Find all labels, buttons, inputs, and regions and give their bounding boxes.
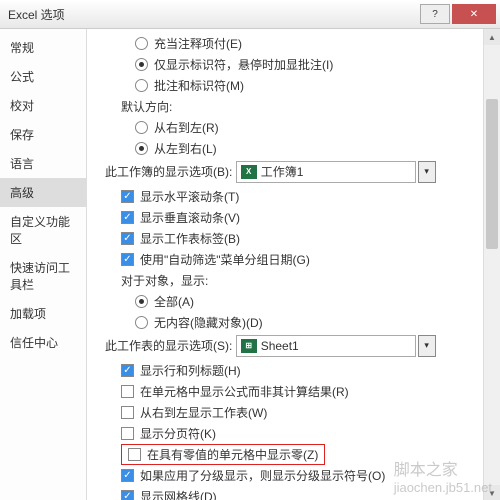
check-outline-symbols[interactable] xyxy=(121,469,134,482)
radio-comments-full[interactable] xyxy=(135,79,148,92)
sheet-select[interactable]: ⊞Sheet1 xyxy=(236,335,416,357)
label: 全部(A) xyxy=(154,293,194,310)
sidebar-item-customize-ribbon[interactable]: 自定义功能区 xyxy=(0,207,86,253)
sidebar-item-save[interactable]: 保存 xyxy=(0,120,86,149)
label: 显示分页符(K) xyxy=(140,425,216,442)
radio-objects-all[interactable] xyxy=(135,295,148,308)
label: 从右到左(R) xyxy=(154,119,219,136)
label: 在单元格中显示公式而非其计算结果(R) xyxy=(140,383,349,400)
scroll-up-button[interactable]: ▲ xyxy=(484,29,500,45)
radio-objects-none[interactable] xyxy=(135,316,148,329)
radio-comments-indicator[interactable] xyxy=(135,58,148,71)
label: 充当注释项付(E) xyxy=(154,35,242,52)
sheet-icon: ⊞ xyxy=(241,339,257,353)
sidebar-item-general[interactable]: 常规 xyxy=(0,33,86,62)
check-rtl-sheet[interactable] xyxy=(121,406,134,419)
options-content: 充当注释项付(E) 仅显示标识符，悬停时加显批注(I) 批注和标识符(M) 默认… xyxy=(87,29,500,500)
section-label: 此工作表的显示选项(S): xyxy=(105,337,232,354)
label: 显示工作表标签(B) xyxy=(140,230,240,247)
close-button[interactable]: ✕ xyxy=(452,4,496,24)
label: 如果应用了分级显示，则显示分级显示符号(O) xyxy=(140,467,385,484)
workbook-display-section: 此工作簿的显示选项(B): X工作簿1 xyxy=(105,161,500,182)
scrollbar[interactable]: ▲ ▼ xyxy=(483,29,500,500)
radio-ltr[interactable] xyxy=(135,142,148,155)
radio-comments-none[interactable] xyxy=(135,37,148,50)
sidebar-item-formulas[interactable]: 公式 xyxy=(0,62,86,91)
sheet-display-section: 此工作表的显示选项(S): ⊞Sheet1 xyxy=(105,335,500,356)
category-sidebar: 常规 公式 校对 保存 语言 高级 自定义功能区 快速访问工具栏 加载项 信任中… xyxy=(0,29,87,500)
label: 使用"自动筛选"菜单分组日期(G) xyxy=(140,251,310,268)
check-hscroll[interactable] xyxy=(121,190,134,203)
label: 批注和标识符(M) xyxy=(154,77,244,94)
sheet-dropdown-button[interactable] xyxy=(418,335,436,357)
check-sheet-tabs[interactable] xyxy=(121,232,134,245)
sidebar-item-trust-center[interactable]: 信任中心 xyxy=(0,328,86,357)
sidebar-item-proofing[interactable]: 校对 xyxy=(0,91,86,120)
sidebar-item-language[interactable]: 语言 xyxy=(0,149,86,178)
excel-options-window: Excel 选项 ? ✕ 常规 公式 校对 保存 语言 高级 自定义功能区 快速… xyxy=(0,0,500,500)
label: 从右到左显示工作表(W) xyxy=(140,404,267,421)
check-group-dates[interactable] xyxy=(121,253,134,266)
watermark: 脚本之家 jiaochen.jb51.net xyxy=(394,456,492,495)
check-show-formulas[interactable] xyxy=(121,385,134,398)
radio-rtl[interactable] xyxy=(135,121,148,134)
window-title: Excel 选项 xyxy=(4,6,420,23)
label: 无内容(隐藏对象)(D) xyxy=(154,314,263,331)
check-show-zero[interactable] xyxy=(128,448,141,461)
scroll-thumb[interactable] xyxy=(486,99,498,249)
objects-label: 对于对象，显示: xyxy=(105,270,500,291)
section-label: 此工作簿的显示选项(B): xyxy=(105,163,232,180)
sidebar-item-advanced[interactable]: 高级 xyxy=(0,178,86,207)
check-page-breaks[interactable] xyxy=(121,427,134,440)
sidebar-item-addins[interactable]: 加载项 xyxy=(0,299,86,328)
workbook-dropdown-button[interactable] xyxy=(418,161,436,183)
label: 显示行和列标题(H) xyxy=(140,362,241,379)
check-row-col-headers[interactable] xyxy=(121,364,134,377)
label: 在具有零值的单元格中显示零(Z) xyxy=(147,446,318,463)
workbook-select[interactable]: X工作簿1 xyxy=(236,161,416,183)
highlight-zero-option: 在具有零值的单元格中显示零(Z) xyxy=(121,444,325,465)
label: 显示垂直滚动条(V) xyxy=(140,209,240,226)
sidebar-item-quick-access[interactable]: 快速访问工具栏 xyxy=(0,253,86,299)
window-buttons: ? ✕ xyxy=(420,4,496,24)
label: 从左到右(L) xyxy=(154,140,217,157)
excel-icon: X xyxy=(241,165,257,179)
check-gridlines[interactable] xyxy=(121,490,134,500)
label: 显示水平滚动条(T) xyxy=(140,188,239,205)
help-button[interactable]: ? xyxy=(420,4,450,24)
label: 仅显示标识符，悬停时加显批注(I) xyxy=(154,56,333,73)
titlebar: Excel 选项 ? ✕ xyxy=(0,0,500,29)
dialog-body: 常规 公式 校对 保存 语言 高级 自定义功能区 快速访问工具栏 加载项 信任中… xyxy=(0,29,500,500)
check-vscroll[interactable] xyxy=(121,211,134,224)
direction-label: 默认方向: xyxy=(105,96,500,117)
label: 显示网格线(D) xyxy=(140,488,217,500)
